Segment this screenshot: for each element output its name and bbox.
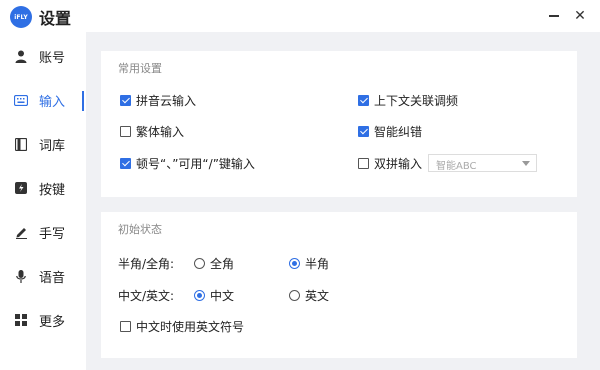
- key-icon: [14, 181, 28, 195]
- english-option[interactable]: 英文: [289, 287, 329, 303]
- minimize-icon: [549, 15, 559, 17]
- half-width-option[interactable]: 半角: [289, 255, 329, 271]
- book-icon: [14, 137, 28, 151]
- traditional-option[interactable]: 繁体输入: [120, 123, 184, 139]
- smart-correct-option[interactable]: 智能纠错: [358, 123, 422, 139]
- english-punct-option[interactable]: 中文时使用英文符号: [120, 318, 244, 334]
- context-freq-label: 上下文关联调频: [374, 93, 459, 108]
- logo-text: iFLY: [14, 13, 28, 21]
- minimize-button[interactable]: [542, 4, 566, 28]
- sidebar-item-label: 账号: [39, 51, 66, 66]
- shuangpin-scheme-select[interactable]: 智能ABC: [428, 154, 537, 172]
- full-width-label: 全角: [210, 256, 235, 271]
- punct-input-label: 顿号“、”可用“/”键输入: [136, 156, 255, 171]
- chinese-label: 中文: [210, 288, 235, 303]
- settings-content: 常用设置 拼音云输入 上下文关联调频 繁体输入 智能纠错 顿号“、”可用“/”键…: [86, 32, 600, 370]
- sidebar-item-handwriting[interactable]: 手写: [0, 217, 86, 247]
- sidebar-item-account[interactable]: 账号: [0, 41, 86, 71]
- english-label: 英文: [305, 288, 330, 303]
- punct-input-checkbox[interactable]: [120, 157, 131, 169]
- active-indicator: [82, 91, 84, 111]
- sidebar-item-label: 按键: [39, 183, 66, 198]
- keyboard-icon: [14, 93, 28, 107]
- sidebar-item-voice[interactable]: 语音: [0, 261, 86, 291]
- chevron-down-icon: [522, 161, 530, 166]
- sidebar-item-label: 语音: [39, 271, 66, 286]
- user-icon: [14, 49, 28, 63]
- sidebar-item-more[interactable]: 更多: [0, 305, 86, 335]
- punct-input-option[interactable]: 顿号“、”可用“/”键输入: [120, 155, 255, 171]
- chinese-option[interactable]: 中文: [194, 287, 234, 303]
- grid-icon: [14, 313, 28, 327]
- pinyin-cloud-checkbox[interactable]: [120, 94, 131, 106]
- context-freq-checkbox[interactable]: [358, 94, 369, 106]
- english-punct-checkbox[interactable]: [120, 320, 131, 332]
- half-width-label: 半角: [305, 256, 330, 271]
- half-width-radio[interactable]: [289, 257, 300, 269]
- section-title: 初始状态: [118, 223, 162, 236]
- traditional-checkbox[interactable]: [120, 125, 131, 137]
- section-title: 常用设置: [118, 62, 162, 75]
- smart-correct-label: 智能纠错: [374, 124, 423, 139]
- english-punct-label: 中文时使用英文符号: [136, 319, 245, 334]
- sidebar-item-label: 词库: [39, 139, 66, 154]
- sidebar-item-label: 更多: [39, 315, 66, 330]
- full-width-radio[interactable]: [194, 257, 205, 269]
- context-freq-option[interactable]: 上下文关联调频: [358, 92, 458, 108]
- common-settings-card: 常用设置 拼音云输入 上下文关联调频 繁体输入 智能纠错 顿号“、”可用“/”键…: [101, 51, 577, 197]
- close-icon: ✕: [574, 8, 586, 24]
- sidebar: 账号 输入 词库 按键 手写 语音 更多: [0, 32, 86, 370]
- initial-state-card: 初始状态 半角/全角: 全角 半角 中文/英文: 中文 英文 中文时使用英文符号: [101, 212, 577, 358]
- shuangpin-option[interactable]: 双拼输入: [358, 155, 422, 171]
- close-button[interactable]: ✕: [568, 4, 592, 28]
- shuangpin-label: 双拼输入: [374, 156, 423, 171]
- chinese-radio[interactable]: [194, 289, 205, 301]
- language-mode-label: 中文/英文:: [118, 289, 175, 303]
- pen-icon: [14, 225, 28, 239]
- sidebar-item-keys[interactable]: 按键: [0, 173, 86, 203]
- microphone-icon: [14, 269, 28, 283]
- full-width-option[interactable]: 全角: [194, 255, 234, 271]
- window-title: 设置: [39, 9, 72, 28]
- sidebar-item-label: 输入: [39, 95, 66, 110]
- pinyin-cloud-label: 拼音云输入: [136, 93, 197, 108]
- title-bar: iFLY 设置 ✕: [0, 0, 600, 32]
- sidebar-item-input[interactable]: 输入: [0, 85, 86, 115]
- sidebar-item-label: 手写: [39, 227, 66, 242]
- pinyin-cloud-option[interactable]: 拼音云输入: [120, 92, 196, 108]
- english-radio[interactable]: [289, 289, 300, 301]
- width-mode-label: 半角/全角:: [118, 257, 175, 271]
- shuangpin-checkbox[interactable]: [358, 157, 369, 169]
- smart-correct-checkbox[interactable]: [358, 125, 369, 137]
- app-logo: iFLY: [10, 6, 32, 28]
- sidebar-item-lexicon[interactable]: 词库: [0, 129, 86, 159]
- shuangpin-scheme-value: 智能ABC: [436, 161, 477, 172]
- traditional-label: 繁体输入: [136, 124, 185, 139]
